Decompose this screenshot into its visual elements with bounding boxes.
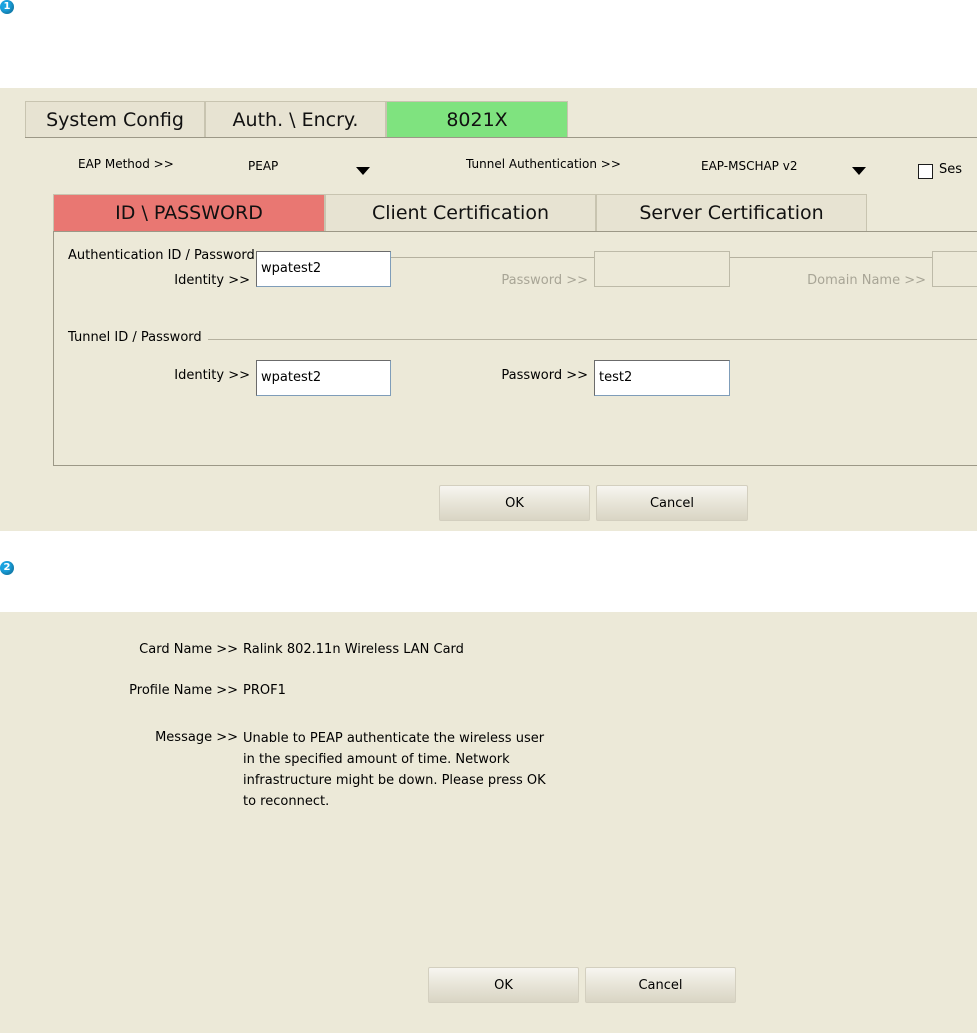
profile-name-label: Profile Name >>	[129, 683, 238, 698]
card-name-value: Ralink 802.11n Wireless LAN Card	[243, 642, 464, 657]
ok-button[interactable]: OK	[428, 967, 579, 1003]
profile-name-value: PROF1	[243, 683, 286, 698]
cancel-button[interactable]: Cancel	[596, 485, 748, 521]
domain-name-label: Domain Name >>	[807, 273, 926, 288]
tunnel-auth-select[interactable]: EAP-MSCHAP v2	[701, 159, 797, 173]
session-resumption-label: Ses	[939, 162, 963, 177]
auth-identity-label: Identity >>	[174, 273, 250, 288]
tab-auth-encry[interactable]: Auth. \ Encry.	[205, 101, 386, 137]
tab-server-certification[interactable]: Server Certification	[596, 194, 867, 231]
tunnel-password-input[interactable]: test2	[594, 360, 730, 396]
ok-button[interactable]: OK	[439, 485, 590, 521]
tab-8021x[interactable]: 8021X	[386, 101, 568, 137]
step-2-marker: 2	[0, 561, 14, 575]
tunnel-password-label: Password >>	[501, 368, 588, 383]
tab-divider	[25, 137, 977, 138]
tab-client-certification[interactable]: Client Certification	[325, 194, 596, 231]
eap-method-label: EAP Method >>	[78, 157, 174, 171]
step-1-marker: 1	[0, 0, 14, 14]
tunnel-auth-label: Tunnel Authentication >>	[466, 157, 621, 171]
card-name-label: Card Name >>	[139, 642, 238, 657]
tab-system-config[interactable]: System Config	[25, 101, 205, 137]
auth-group-legend: Authentication ID / Password	[68, 248, 261, 263]
tunnel-identity-label: Identity >>	[174, 368, 250, 383]
chevron-down-icon[interactable]	[356, 167, 370, 175]
tunnel-group-legend: Tunnel ID / Password	[68, 330, 208, 345]
eap-method-select[interactable]: PEAP	[248, 159, 278, 173]
domain-name-input	[932, 251, 977, 287]
auth-password-label: Password >>	[501, 273, 588, 288]
message-text: Unable to PEAP authenticate the wireless…	[243, 731, 546, 809]
auth-identity-input[interactable]: wpatest2	[256, 251, 391, 287]
chevron-down-icon[interactable]	[852, 167, 866, 175]
message-label: Message >>	[155, 730, 238, 745]
session-resumption-checkbox[interactable]	[918, 164, 933, 179]
auth-password-input	[594, 251, 730, 287]
tab-id-password[interactable]: ID \ PASSWORD	[53, 194, 325, 231]
cancel-button[interactable]: Cancel	[585, 967, 736, 1003]
tunnel-identity-input[interactable]: wpatest2	[256, 360, 391, 396]
